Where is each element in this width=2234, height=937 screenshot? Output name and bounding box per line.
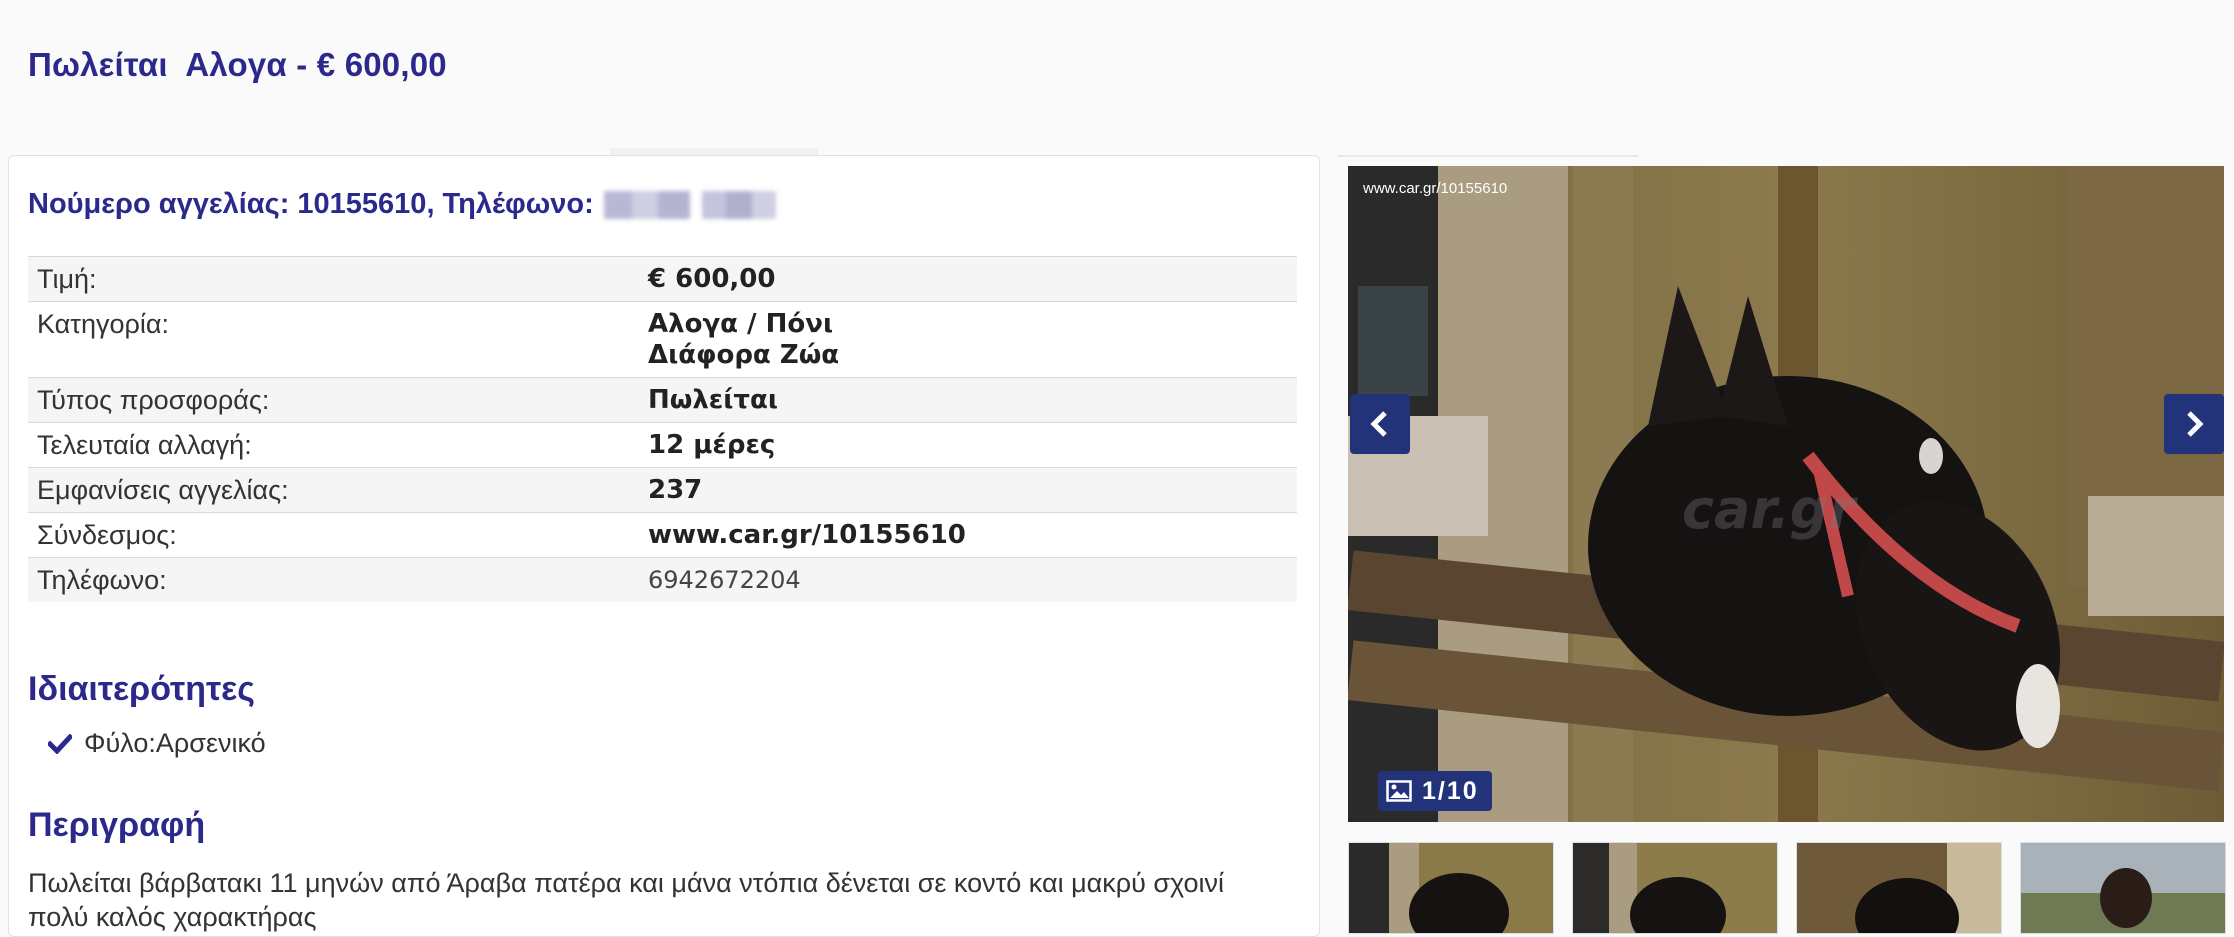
thumbnail-1[interactable] bbox=[1348, 842, 1554, 934]
prev-photo-button[interactable] bbox=[1350, 394, 1410, 454]
offer-type-label: Τύπος προσφοράς: bbox=[28, 377, 639, 423]
last-change-value: 12 μέρες bbox=[639, 422, 1297, 468]
category-value: Αλογα / Πόνι Διάφορα Ζώα bbox=[639, 301, 1297, 378]
check-icon bbox=[48, 733, 72, 754]
ad-header: Νούμερο αγγελίας: 10155610, Τηλέφωνο: bbox=[28, 188, 776, 221]
views-value: 237 bbox=[639, 467, 1297, 513]
thumbnail-image bbox=[1797, 843, 2001, 933]
thumbnail-image bbox=[1573, 843, 1777, 933]
thumbnail-3[interactable] bbox=[1796, 842, 2002, 934]
details-table: Τιμή: € 600,00 Κατηγορία: Αλογα / Πόνι Δ… bbox=[28, 256, 1297, 602]
gallery-top-border bbox=[1338, 155, 1638, 157]
photo-watermark-logo: car.gr bbox=[1682, 478, 1856, 541]
phone-value[interactable]: 6942672204 bbox=[639, 557, 1297, 602]
table-row: Τελευταία αλλαγή: 12 μέρες bbox=[28, 422, 1297, 468]
photo-counter: 1/10 bbox=[1378, 771, 1492, 811]
chevron-right-icon bbox=[2187, 411, 2204, 437]
image-icon bbox=[1386, 780, 1412, 802]
description-text: Πωλείται βάρβατακι 11 μηνών από Άραβα πα… bbox=[28, 868, 1224, 932]
offer-type-value: Πωλείται bbox=[639, 377, 1297, 423]
table-row: Εμφανίσεις αγγελίας: 237 bbox=[28, 467, 1297, 513]
phone-blurred[interactable] bbox=[597, 191, 776, 220]
last-change-label: Τελευταία αλλαγή: bbox=[28, 422, 639, 468]
link-value[interactable]: www.car.gr/10155610 bbox=[639, 512, 1297, 558]
feature-item: Φύλο: Αρσενικό bbox=[48, 728, 266, 759]
category-link-horses[interactable]: Αλογα / Πόνι bbox=[648, 309, 1288, 340]
table-row: Σύνδεσμος: www.car.gr/10155610 bbox=[28, 512, 1297, 558]
chevron-left-icon bbox=[1370, 411, 1387, 437]
ad-number-phone-label: Νούμερο αγγελίας: 10155610, Τηλέφωνο: bbox=[28, 188, 594, 220]
table-row: Τύπος προσφοράς: Πωλείται bbox=[28, 377, 1297, 423]
thumbnail-4[interactable] bbox=[2020, 842, 2226, 934]
page-title: Πωλείται Αλογα - € 600,00 bbox=[28, 46, 447, 83]
views-label: Εμφανίσεις αγγελίας: bbox=[28, 467, 639, 513]
next-photo-button[interactable] bbox=[2164, 394, 2224, 454]
price-label: Τιμή: bbox=[28, 256, 639, 302]
feature-label: Φύλο: bbox=[84, 728, 156, 758]
link-label: Σύνδεσμος: bbox=[28, 512, 639, 558]
category-link-animals[interactable]: Διάφορα Ζώα bbox=[648, 340, 1288, 371]
feature-value: Αρσενικό bbox=[155, 728, 266, 758]
table-row: Τιμή: € 600,00 bbox=[28, 256, 1297, 302]
table-row: Κατηγορία: Αλογα / Πόνι Διάφορα Ζώα bbox=[28, 301, 1297, 378]
table-row: Τηλέφωνο: 6942672204 bbox=[28, 557, 1297, 602]
photo-watermark-url: www.car.gr/10155610 bbox=[1363, 180, 1508, 197]
thumbnail-image bbox=[2021, 843, 2225, 933]
thumbnail-2[interactable] bbox=[1572, 842, 1778, 934]
category-label: Κατηγορία: bbox=[28, 301, 639, 378]
features-heading: Ιδιαιτερότητες bbox=[28, 670, 255, 708]
phone-label: Τηλέφωνο: bbox=[28, 557, 639, 602]
photo-counter-text: 1/10 bbox=[1422, 776, 1479, 805]
price-value: € 600,00 bbox=[639, 256, 1297, 302]
thumbnail-image bbox=[1349, 843, 1553, 933]
description-heading: Περιγραφή bbox=[28, 806, 206, 844]
